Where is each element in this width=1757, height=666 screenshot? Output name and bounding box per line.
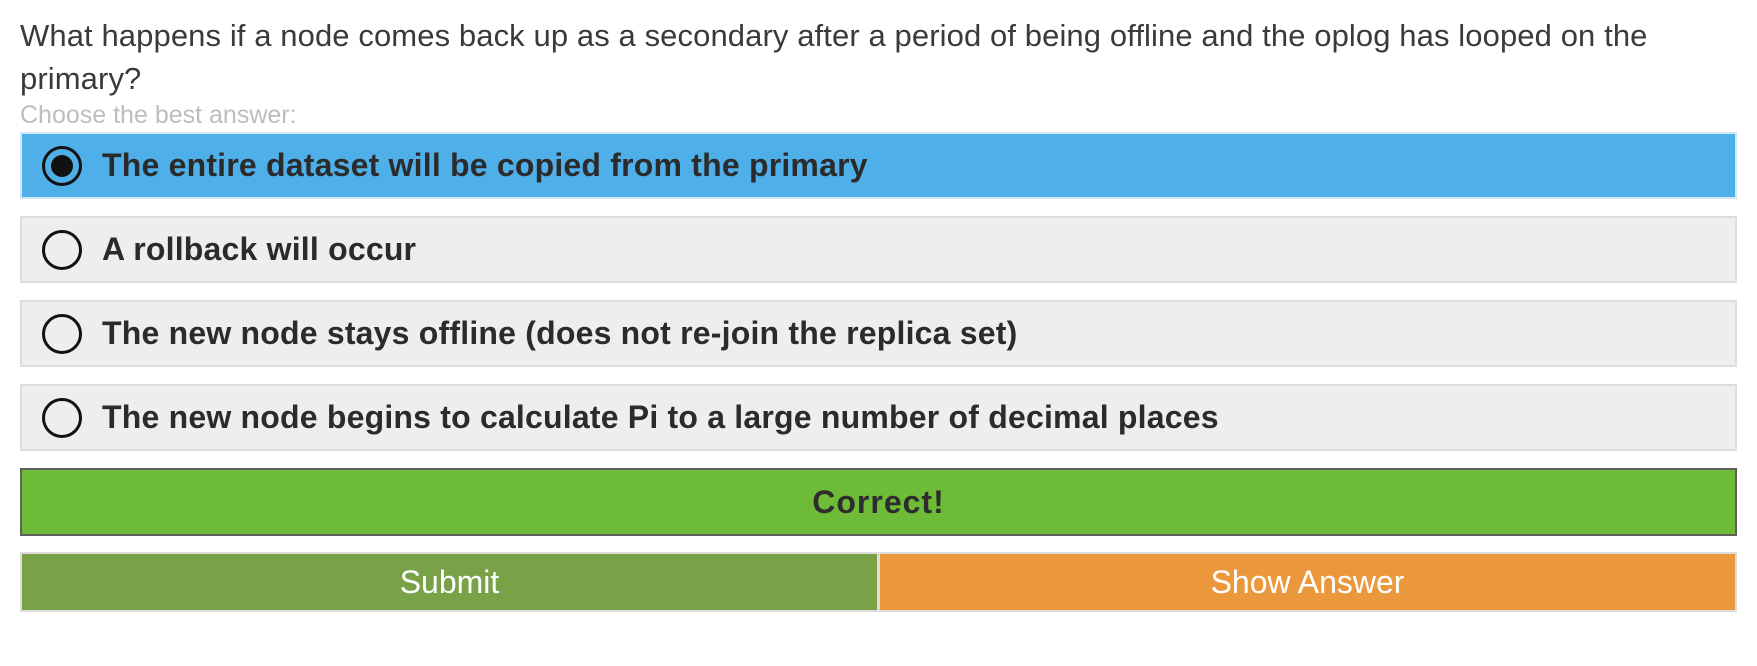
radio-dot [51, 154, 73, 177]
submit-button[interactable]: Submit [22, 554, 880, 610]
show-answer-button[interactable]: Show Answer [880, 554, 1735, 610]
answer-instruction: Choose the best answer: [20, 101, 297, 129]
question-text: What happens if a node comes back up as … [20, 18, 1648, 96]
answer-option-label: The entire dataset will be copied from t… [102, 147, 868, 183]
answer-option-1[interactable]: The entire dataset will be copied from t… [20, 132, 1737, 199]
result-text: Correct! [812, 483, 945, 520]
radio-unselected-icon[interactable] [42, 313, 82, 354]
quiz-panel: What happens if a node comes back up as … [20, 14, 1737, 612]
answer-option-4[interactable]: The new node begins to calculate Pi to a… [20, 384, 1737, 451]
action-bar: Submit Show Answer [20, 552, 1737, 612]
result-banner: Correct! [20, 468, 1737, 536]
answer-option-label: The new node begins to calculate Pi to a… [102, 399, 1219, 435]
radio-selected-icon[interactable] [42, 145, 82, 186]
answer-option-2[interactable]: A rollback will occur [20, 216, 1737, 283]
radio-unselected-icon[interactable] [42, 229, 82, 270]
answer-option-label: A rollback will occur [102, 231, 417, 267]
answer-options: The entire dataset will be copied from t… [20, 132, 1737, 451]
answer-option-3[interactable]: The new node stays offline (does not re-… [20, 300, 1737, 367]
answer-option-label: The new node stays offline (does not re-… [102, 315, 1018, 351]
radio-unselected-icon[interactable] [42, 397, 82, 438]
